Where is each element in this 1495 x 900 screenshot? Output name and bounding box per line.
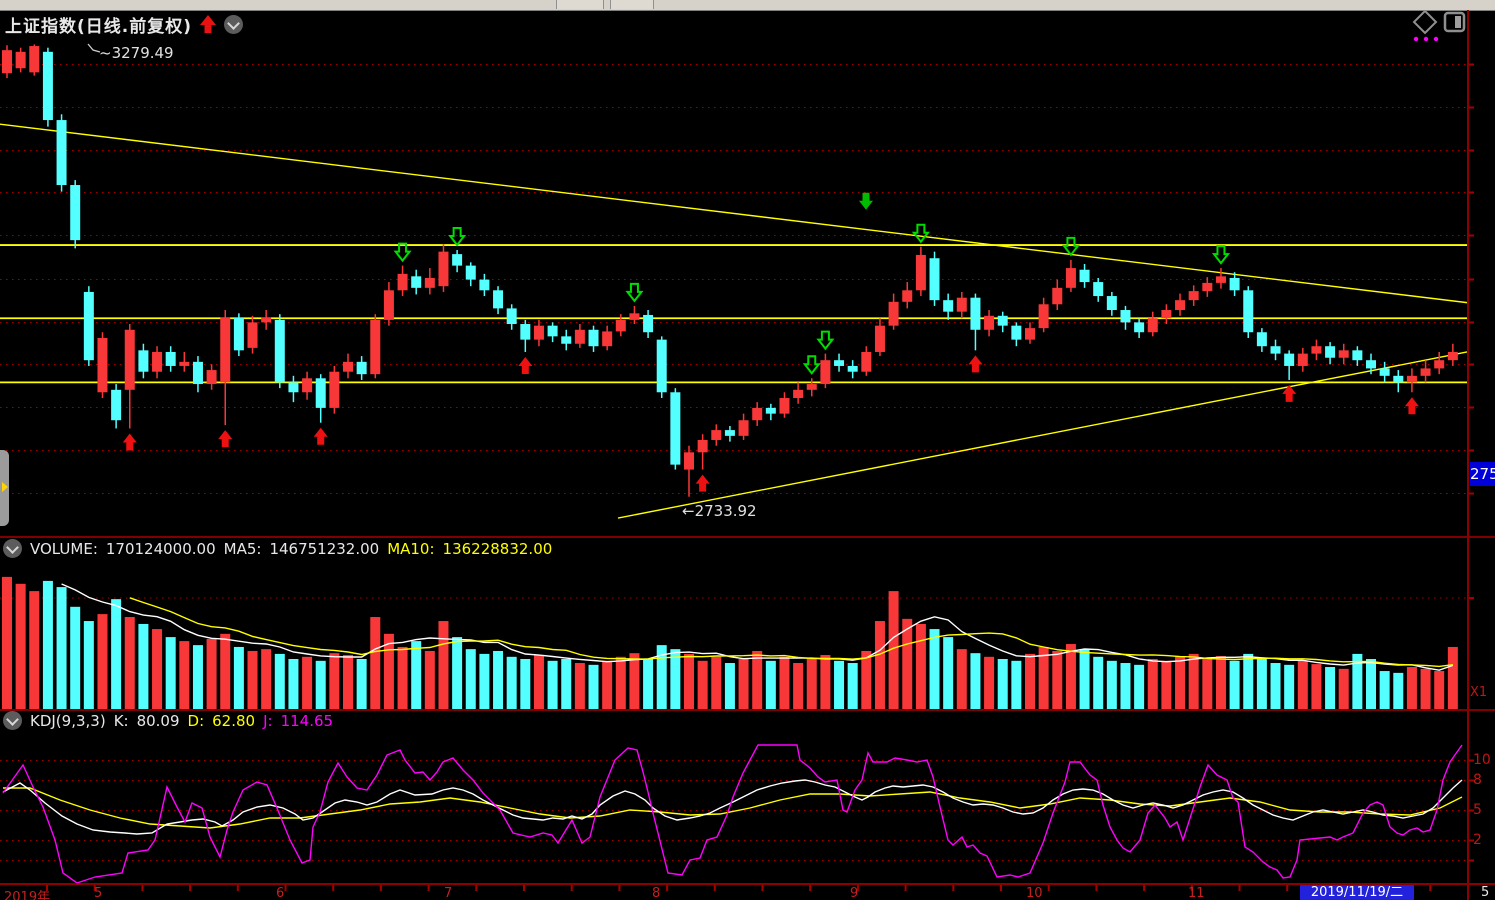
x-axis-label: 6 — [276, 886, 284, 900]
volume-multiplier-label: X1 — [1470, 685, 1487, 700]
magenta-dot — [1414, 37, 1418, 41]
strip-notch — [556, 0, 604, 9]
d-label: D: — [188, 712, 205, 730]
volume-pane-header: VOLUME: 170124000.00 MA5: 146751232.00 M… — [3, 539, 552, 558]
kdj-scale-label: 8 — [1473, 772, 1482, 788]
right-price-axis-line — [1467, 10, 1469, 900]
x-axis-label: 8 — [652, 886, 660, 900]
k-value: 80.09 — [137, 712, 180, 730]
kdj-scale-label: 10 — [1473, 752, 1491, 768]
sidebar-collapse-handle[interactable] — [0, 450, 9, 526]
page-title: 上证指数(日线.前复权) — [5, 12, 192, 37]
time-axis[interactable] — [0, 883, 1495, 900]
x-axis-label: 9 — [850, 886, 858, 900]
up-arrow-icon — [199, 14, 217, 34]
expand-arrow-icon — [2, 482, 8, 492]
strip-notch — [610, 0, 654, 9]
ma5-label: MA5: — [224, 540, 262, 558]
magenta-dot — [1424, 37, 1428, 41]
high-price-annotation: ~3279.49 — [99, 44, 174, 62]
k-label: K: — [114, 712, 129, 730]
chevron-down-icon[interactable] — [224, 15, 243, 34]
volume-value: 170124000.00 — [106, 540, 216, 558]
x-axis-label: 11 — [1188, 886, 1205, 900]
pane-separator[interactable] — [0, 536, 1495, 538]
kdj-chart-canvas[interactable] — [0, 710, 1495, 884]
chevron-down-icon[interactable] — [3, 711, 22, 730]
trading-terminal: 上证指数(日线.前复权) ~3279.49 ←2733.92 VOLUME: 1… — [0, 0, 1495, 900]
volume-chart-canvas[interactable] — [0, 537, 1495, 710]
ma5-value: 146751232.00 — [269, 540, 379, 558]
kdj-pane-header: KDJ(9,3,3) K: 80.09 D: 62.80 J: 114.65 — [3, 711, 333, 730]
current-date-highlight[interactable]: 2019/11/19/二 — [1300, 885, 1414, 900]
x-axis-label: 5 — [94, 886, 102, 900]
x-axis-label: 2019年 — [4, 886, 50, 900]
side-panel-icon-fill — [1455, 16, 1461, 28]
cut-off-character: 5 — [1481, 885, 1489, 900]
d-value: 62.80 — [212, 712, 255, 730]
kdj-indicator-label: KDJ(9,3,3) — [30, 712, 106, 730]
x-axis-label: 10 — [1026, 886, 1043, 900]
price-level-badge: 275 — [1470, 462, 1495, 486]
x-axis-label: 7 — [444, 886, 452, 900]
j-value: 114.65 — [281, 712, 334, 730]
ma10-value: 136228832.00 — [443, 540, 553, 558]
chevron-down-icon[interactable] — [3, 539, 22, 558]
magenta-dot — [1434, 37, 1438, 41]
chart-toolbar-icons — [1400, 10, 1475, 44]
kdj-scale-label: 5 — [1473, 802, 1482, 818]
main-chart-canvas[interactable] — [0, 0, 1495, 537]
side-panel-icon[interactable] — [1445, 13, 1464, 31]
ma10-label: MA10: — [387, 540, 434, 558]
diamond-tool-icon[interactable] — [1414, 11, 1436, 33]
volume-label: VOLUME: — [30, 540, 98, 558]
kdj-scale-label: 2 — [1473, 832, 1482, 848]
low-price-annotation: ←2733.92 — [682, 502, 757, 520]
window-top-strip — [0, 0, 1495, 11]
j-label: J: — [263, 712, 272, 730]
chart-title-bar: 上证指数(日线.前复权) — [5, 12, 243, 36]
